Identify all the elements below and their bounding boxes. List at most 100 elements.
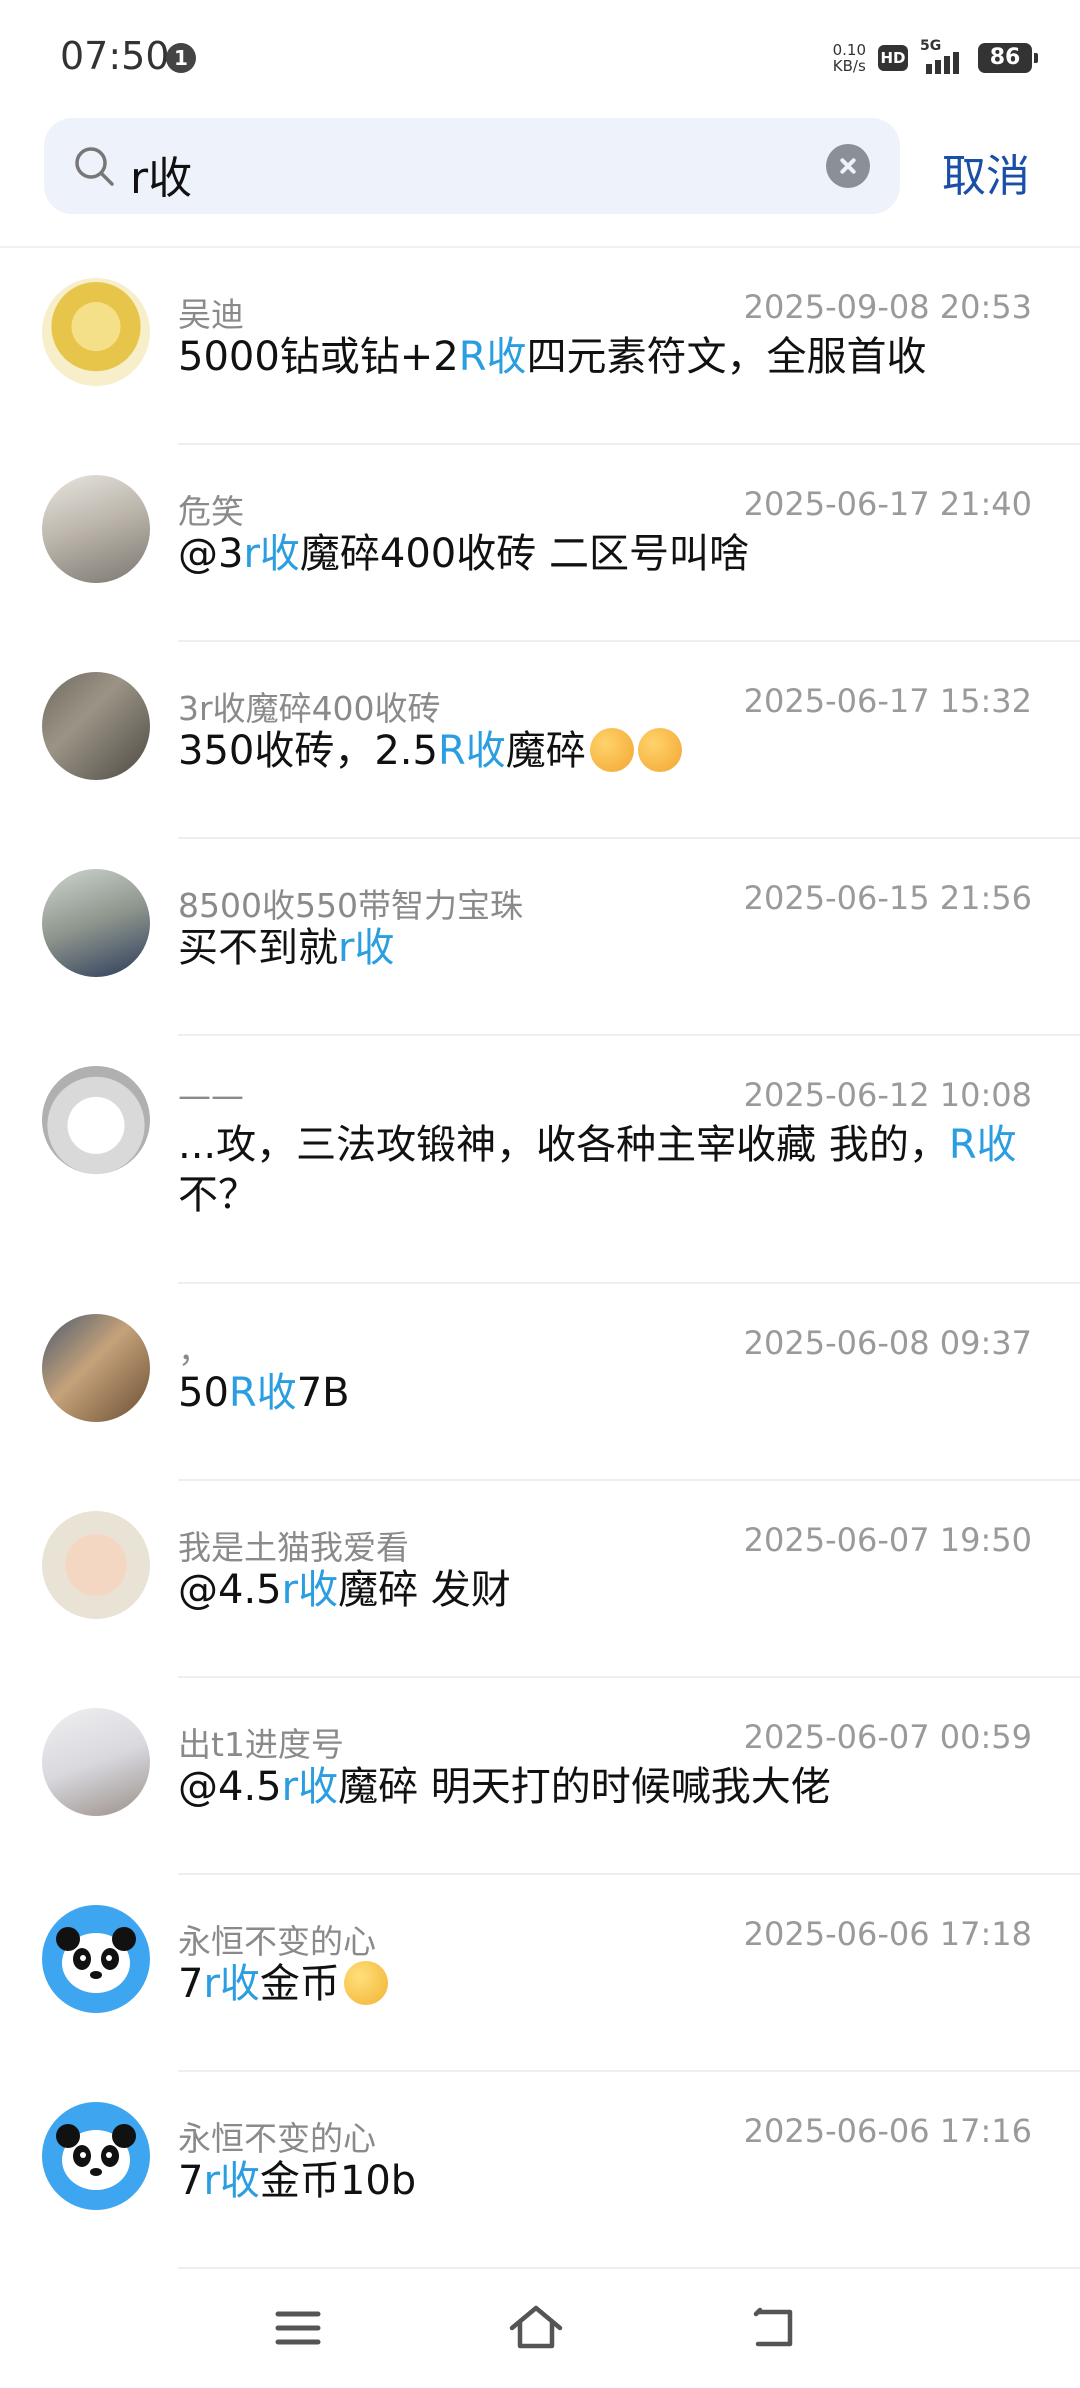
net-speed-unit: KB/s xyxy=(832,57,866,75)
net-speed-value: 0.10 xyxy=(832,41,866,59)
avatar[interactable] xyxy=(42,869,150,977)
message-text: @3r收魔碎400收砖 二区号叫啥 xyxy=(178,529,1038,579)
message-segment: @4.5 xyxy=(178,1764,282,1810)
result-row[interactable]: ， 2025-06-08 09:37 50R收7B xyxy=(0,1284,1080,1481)
cancel-button[interactable]: 取消 xyxy=(942,140,1030,204)
result-row[interactable]: 永恒不变的心 2025-06-06 17:16 7r收金币10b xyxy=(0,2072,1080,2269)
keyword-highlight: r收 xyxy=(281,1764,339,1810)
message-text: @4.5r收魔碎 明天打的时候喊我大佬 xyxy=(178,1762,1038,1812)
signal-icon: 5G xyxy=(920,38,966,74)
avatar[interactable] xyxy=(42,2102,150,2210)
message-segment: 不？ xyxy=(178,1172,258,1218)
result-row[interactable]: 危笑 2025-06-17 21:40 @3r收魔碎400收砖 二区号叫啥 xyxy=(0,445,1080,642)
clear-icon[interactable] xyxy=(826,144,870,188)
tears-of-joy-emoji xyxy=(343,1961,388,2005)
result-row[interactable]: 永恒不变的心 2025-06-06 17:18 7r收金币 xyxy=(0,1875,1080,2072)
message-timestamp: 2025-06-15 21:56 xyxy=(743,879,1032,917)
message-segment: 50 xyxy=(178,1370,229,1416)
message-segment: 350收砖，2.5 xyxy=(178,728,438,774)
message-timestamp: 2025-06-17 21:40 xyxy=(743,485,1032,523)
back-icon[interactable] xyxy=(744,2298,804,2358)
message-segment: ...攻，三法攻锻神，收各种主宰收藏 我的， xyxy=(178,1122,949,1168)
message-text: 7r收金币 xyxy=(178,1959,1038,2009)
result-row[interactable]: 8500收550带智力宝珠 2025-06-15 21:56 买不到就r收 xyxy=(0,839,1080,1036)
keyword-highlight: R收 xyxy=(458,334,527,380)
sender-name: 出t1进度号 xyxy=(178,1725,344,1764)
message-segment: @4.5 xyxy=(178,1567,282,1613)
message-segment: 买不到就 xyxy=(178,925,338,971)
message-timestamp: 2025-06-07 00:59 xyxy=(743,1718,1032,1756)
avatar[interactable] xyxy=(42,1314,150,1422)
hd-icon: HD xyxy=(878,45,908,71)
message-segment: 魔碎400收砖 二区号叫啥 xyxy=(299,531,749,577)
status-time: 07:50 xyxy=(60,34,170,78)
menu-icon[interactable] xyxy=(268,2298,328,2358)
notification-badge: 1 xyxy=(166,43,196,73)
message-segment: 7 xyxy=(178,1961,204,2007)
message-timestamp: 2025-06-07 19:50 xyxy=(743,1521,1032,1559)
status-bar: 07:50 1 0.10 KB/s HD 5G 86 xyxy=(0,0,1080,110)
search-icon xyxy=(75,147,114,186)
keyword-highlight: R收 xyxy=(228,1370,297,1416)
keyword-highlight: R收 xyxy=(948,1122,1017,1168)
avatar[interactable] xyxy=(42,672,150,780)
avatar[interactable] xyxy=(42,475,150,583)
sender-name: 永恒不变的心 xyxy=(178,2119,376,2158)
avatar[interactable] xyxy=(42,278,150,386)
navigation-bar xyxy=(0,2268,1080,2388)
message-timestamp: 2025-09-08 20:53 xyxy=(743,288,1032,326)
message-segment: 魔碎 xyxy=(505,728,586,774)
keyword-highlight: R收 xyxy=(437,728,506,774)
search-bar[interactable]: r收 xyxy=(44,118,900,214)
message-text: 50R收7B xyxy=(178,1368,1038,1418)
message-segment: 7 xyxy=(178,2158,204,2204)
sender-name: 3r收魔碎400收砖 xyxy=(178,689,441,728)
net-speed: 0.10 KB/s xyxy=(833,42,866,74)
sender-name: ， xyxy=(178,1331,211,1370)
avatar[interactable] xyxy=(42,1511,150,1619)
message-text: 350收砖，2.5R收魔碎 xyxy=(178,726,1038,776)
keyword-highlight: r收 xyxy=(281,1567,339,1613)
sender-name: 我是土猫我爱看 xyxy=(178,1528,409,1567)
avatar[interactable] xyxy=(42,1905,150,2013)
message-text: 7r收金币10b xyxy=(178,2156,1038,2206)
message-segment: @3 xyxy=(178,531,244,577)
message-text: 买不到就r收 xyxy=(178,923,1038,973)
home-icon[interactable] xyxy=(506,2298,566,2358)
smiling-hearts-emoji xyxy=(589,728,634,772)
sender-name: 吴迪 xyxy=(178,295,244,334)
sender-name: 永恒不变的心 xyxy=(178,1922,376,1961)
keyword-highlight: r收 xyxy=(243,531,300,577)
battery-icon: 86 xyxy=(978,43,1038,73)
message-segment: 四元素符文，全服首收 xyxy=(526,334,927,380)
message-timestamp: 2025-06-08 09:37 xyxy=(743,1324,1032,1362)
sender-name: 危笑 xyxy=(178,492,244,531)
message-timestamp: 2025-06-17 15:32 xyxy=(743,682,1032,720)
keyword-highlight: r收 xyxy=(203,1961,260,2007)
message-segment: 魔碎 明天打的时候喊我大佬 xyxy=(338,1764,831,1810)
message-timestamp: 2025-06-06 17:18 xyxy=(743,1915,1032,1953)
avatar[interactable] xyxy=(42,1708,150,1816)
result-row[interactable]: 出t1进度号 2025-06-07 00:59 @4.5r收魔碎 明天打的时候喊我大… xyxy=(0,1678,1080,1875)
result-row[interactable]: 我是土猫我爱看 2025-06-07 19:50 @4.5r收魔碎 发财 xyxy=(0,1481,1080,1678)
result-row[interactable]: 吴迪 2025-09-08 20:53 5000钻或钻+2R收四元素符文，全服首收 xyxy=(0,248,1080,445)
message-text: @4.5r收魔碎 发财 xyxy=(178,1565,1038,1615)
smiling-hearts-emoji xyxy=(637,728,682,772)
result-row[interactable]: —— 2025-06-12 10:08 ...攻，三法攻锻神，收各种主宰收藏 我的，… xyxy=(0,1036,1080,1284)
sender-name: 8500收550带智力宝珠 xyxy=(178,886,523,925)
sender-name: —— xyxy=(178,1076,244,1115)
result-row[interactable]: 3r收魔碎400收砖 2025-06-17 15:32 350收砖，2.5R收魔碎 xyxy=(0,642,1080,839)
message-text: 5000钻或钻+2R收四元素符文，全服首收 xyxy=(178,332,1038,382)
message-segment: 7B xyxy=(296,1370,350,1416)
keyword-highlight: r收 xyxy=(338,925,395,971)
search-input[interactable]: r收 xyxy=(130,142,192,206)
message-timestamp: 2025-06-12 10:08 xyxy=(743,1076,1032,1114)
keyword-highlight: r收 xyxy=(203,2158,260,2204)
message-segment: 金币 xyxy=(259,1961,340,2007)
status-icons: 0.10 KB/s HD 5G 86 xyxy=(833,38,1038,78)
message-segment: 金币10b xyxy=(259,2158,417,2204)
network-type-label: 5G xyxy=(920,38,942,54)
avatar[interactable] xyxy=(42,1066,150,1174)
message-text: ...攻，三法攻锻神，收各种主宰收藏 我的，R收不？ xyxy=(178,1120,1038,1220)
results-list: 吴迪 2025-09-08 20:53 5000钻或钻+2R收四元素符文，全服首收危… xyxy=(0,248,1080,2269)
